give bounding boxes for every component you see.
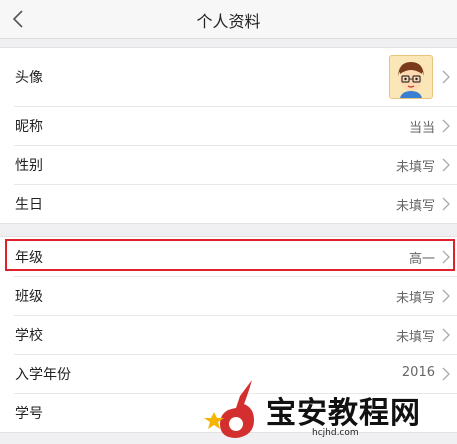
watermark-text: 宝安教程网 xyxy=(266,396,421,431)
class-row[interactable]: 班级 未填写 xyxy=(0,276,457,315)
watermark-url: hcjhd.com xyxy=(312,428,359,438)
school-row[interactable]: 学校 未填写 xyxy=(0,315,457,354)
student-id-label: 学号 xyxy=(15,406,43,422)
site-watermark: 宝安教程网 hcjhd.com xyxy=(204,374,457,444)
chevron-right-icon xyxy=(442,119,450,133)
chevron-right-icon xyxy=(442,158,450,172)
class-value: 未填写 xyxy=(395,291,435,306)
school-value: 未填写 xyxy=(395,330,435,345)
birthday-value: 未填写 xyxy=(395,199,435,214)
chevron-right-icon xyxy=(442,70,450,84)
enrollment-year-label: 入学年份 xyxy=(15,367,71,383)
gender-value: 未填写 xyxy=(395,160,435,175)
top-nav-bar: 个人资料 xyxy=(0,0,457,39)
nickname-value: 当当 xyxy=(408,121,435,136)
avatar xyxy=(389,55,433,99)
chevron-right-icon xyxy=(442,328,450,342)
birthday-label: 生日 xyxy=(15,197,43,213)
school-label: 学校 xyxy=(15,328,43,344)
class-label: 班级 xyxy=(15,289,43,305)
grade-row-highlight-box xyxy=(5,239,455,271)
gender-row[interactable]: 性别 未填写 xyxy=(0,145,457,184)
gender-label: 性别 xyxy=(15,158,43,174)
page-title: 个人资料 xyxy=(196,12,261,31)
chevron-right-icon xyxy=(442,289,450,303)
chevron-right-icon xyxy=(442,197,450,211)
nickname-label: 昵称 xyxy=(15,119,43,135)
nickname-row[interactable]: 昵称 当当 xyxy=(0,106,457,145)
avatar-label: 头像 xyxy=(15,70,43,86)
avatar-row[interactable]: 头像 xyxy=(0,48,457,106)
watermark-logo-icon xyxy=(204,380,254,438)
birthday-row[interactable]: 生日 未填写 xyxy=(0,184,457,223)
basic-info-group: 头像 昵称 当当 性别 未填写 生日 未填写 xyxy=(0,47,457,224)
